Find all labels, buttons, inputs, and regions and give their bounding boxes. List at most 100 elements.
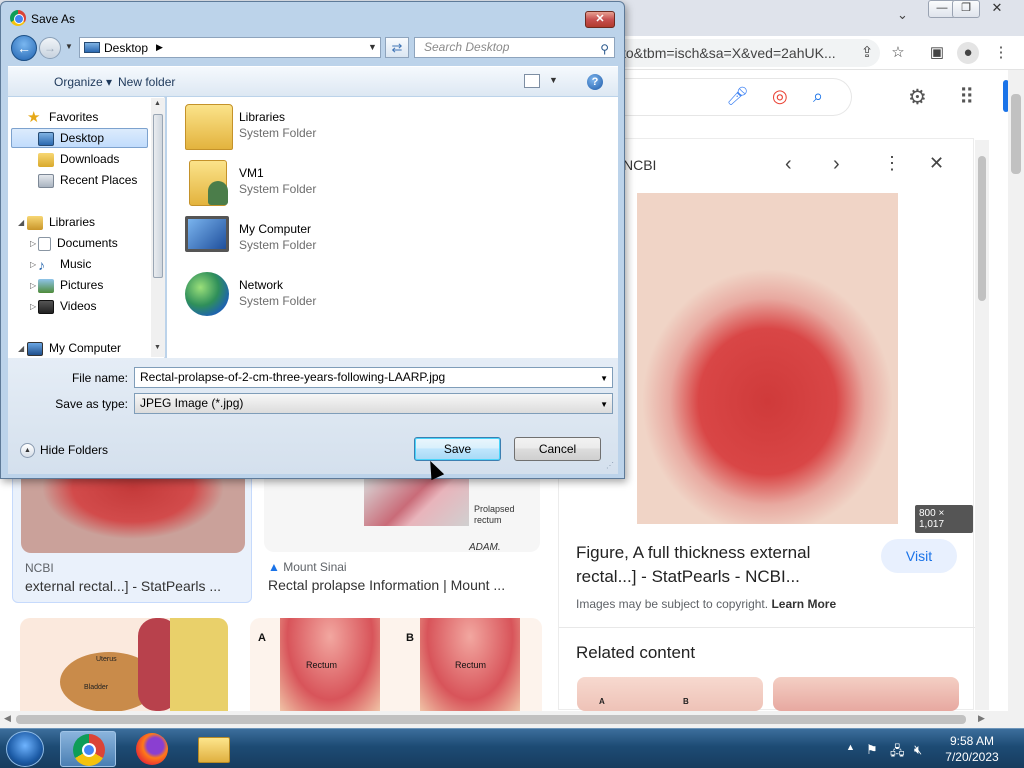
related-thumbnail-2[interactable] (773, 677, 959, 711)
help-icon[interactable]: ? (587, 74, 603, 90)
location-bar[interactable]: Desktop ▶ ▼ (79, 37, 381, 58)
uterus-label: Uterus (96, 656, 117, 663)
expand-documents-icon[interactable]: ▷ (30, 239, 36, 248)
network-icon[interactable]: 🖧︎ (890, 742, 905, 764)
search-desktop-input[interactable]: Search Desktop ⚲ (414, 37, 615, 58)
save-type-select[interactable]: JPEG Image (*.jpg) ▼ (134, 393, 613, 414)
result-thumbnail[interactable] (21, 471, 245, 553)
nav-scroll-down-icon[interactable]: ▼ (154, 344, 161, 351)
settings-gear-icon[interactable]: ⚙ (908, 85, 927, 110)
nav-pictures[interactable]: Pictures (38, 275, 103, 295)
refresh-button[interactable]: ⇄ (385, 37, 409, 58)
expand-libraries-icon[interactable]: ◢ (18, 218, 24, 227)
file-name-input[interactable]: Rectal-prolapse-of-2-cm-three-years-foll… (134, 367, 613, 388)
nav-my-computer[interactable]: My Computer (27, 338, 121, 358)
new-folder-button[interactable]: New folder (118, 75, 175, 89)
volume-muted-icon[interactable]: 🔇︎ (914, 742, 922, 758)
breadcrumb-arrow-icon[interactable]: ▶ (156, 42, 163, 53)
result-title[interactable]: Rectal prolapse Information | Mount ... (268, 577, 505, 593)
result-title[interactable]: external rectal...] - StatPearls ... (25, 578, 221, 594)
result-thumbnail-rectum[interactable]: A B Rectum Rectum (250, 618, 542, 711)
hide-folders-toggle[interactable]: ▲ Hide Folders (20, 443, 108, 459)
visit-button[interactable]: Visit (881, 539, 957, 573)
scroll-left-icon[interactable]: ◀ (4, 713, 11, 724)
show-hidden-icons[interactable]: ▲ (846, 742, 855, 752)
close-panel-icon[interactable]: ✕ (929, 153, 944, 174)
preview-title[interactable]: Figure, A full thickness external rectal… (576, 541, 866, 589)
nav-scroll-thumb[interactable] (153, 114, 163, 278)
view-dropdown-icon[interactable]: ▼ (549, 75, 558, 85)
mic-icon[interactable]: 🎤︎ (726, 86, 749, 107)
taskbar-chrome[interactable] (60, 731, 116, 767)
horizontal-scrollbar[interactable]: ◀ ▶ (0, 711, 1024, 728)
result-thumbnail-anatomy[interactable]: Uterus Bladder (20, 618, 228, 711)
file-name-dropdown-icon[interactable]: ▼ (600, 369, 608, 387)
dialog-close-button[interactable]: ✕ (585, 11, 615, 28)
cancel-button[interactable]: Cancel (514, 437, 601, 461)
taskbar-firefox[interactable] (124, 731, 180, 767)
more-options-icon[interactable]: ⋮ (883, 153, 901, 174)
nav-scrollbar[interactable]: ▲ ▼ (151, 98, 165, 357)
menu-kebab-icon[interactable]: ⋮ (990, 42, 1012, 64)
forward-button[interactable]: → (39, 37, 61, 59)
related-thumbnail-1[interactable]: A B (577, 677, 763, 711)
panel-scrollbar[interactable] (975, 140, 989, 710)
related-a-label: A (599, 697, 605, 706)
nav-music[interactable]: ♪ Music (38, 254, 91, 274)
location-dropdown-icon[interactable]: ▼ (368, 42, 377, 52)
nav-libraries[interactable]: Libraries (27, 212, 95, 232)
clock-date: 7/20/2023 (945, 750, 999, 764)
nav-videos[interactable]: Videos (38, 296, 96, 316)
search-icon[interactable]: ⌕ (813, 86, 823, 107)
resize-grip-icon[interactable]: ⋰ (606, 461, 614, 470)
nav-desktop[interactable]: Desktop (38, 128, 104, 148)
expand-videos-icon[interactable]: ▷ (30, 302, 36, 311)
tab-search-chevron-icon[interactable]: ⌄ (897, 7, 908, 23)
prev-image-icon[interactable]: ‹ (785, 153, 792, 176)
learn-more-link[interactable]: Learn More (771, 597, 836, 611)
search-icon[interactable]: ⚲ (600, 40, 609, 59)
nav-documents[interactable]: Documents (38, 233, 118, 253)
next-image-icon[interactable]: › (833, 153, 840, 176)
location-text[interactable]: Desktop (104, 41, 148, 55)
preview-image[interactable] (637, 193, 898, 524)
expand-mycomputer-icon[interactable]: ◢ (18, 344, 24, 353)
result-card-mount-sinai[interactable]: Prolapsed rectum ADAM. ▲ Mount Sinai Rec… (264, 470, 540, 603)
panel-scroll-thumb[interactable] (978, 156, 986, 301)
recent-locations-chevron-icon[interactable]: ▼ (65, 42, 73, 51)
bookmark-star-icon[interactable]: ☆ (887, 42, 909, 64)
result-source: ▲ Mount Sinai (268, 560, 347, 574)
page-scrollbar[interactable] (1008, 70, 1024, 718)
libraries-folder-icon (185, 104, 233, 150)
start-button[interactable] (6, 731, 44, 767)
apps-grid-icon[interactable]: ⠿ (959, 85, 974, 110)
nav-scroll-up-icon[interactable]: ▲ (154, 100, 161, 107)
result-card-ncbi[interactable]: NCBI external rectal...] - StatPearls ..… (12, 470, 252, 603)
page-scroll-thumb[interactable] (1011, 94, 1021, 174)
taskbar-explorer[interactable] (186, 731, 242, 767)
copyright-notice: Images may be subject to copyright. Lear… (576, 597, 837, 611)
organize-menu[interactable]: Organize ▾ (54, 75, 112, 89)
save-type-dropdown-icon[interactable]: ▼ (600, 395, 608, 414)
panel-b-label: B (406, 632, 414, 644)
change-view-icon[interactable] (524, 74, 540, 88)
horizontal-scroll-thumb[interactable] (16, 715, 966, 724)
nav-recent-places[interactable]: Recent Places (38, 170, 137, 190)
restore-button[interactable]: ❐ (952, 0, 980, 18)
expand-music-icon[interactable]: ▷ (30, 260, 36, 269)
scroll-right-icon[interactable]: ▶ (978, 713, 985, 724)
lens-icon[interactable]: ◎ (772, 86, 788, 107)
result-thumbnail[interactable]: Prolapsed rectum ADAM. (264, 470, 540, 553)
profile-avatar-icon[interactable]: ● (957, 42, 979, 64)
expand-pictures-icon[interactable]: ▷ (30, 281, 36, 290)
action-center-icon[interactable]: ⚑ (866, 742, 878, 758)
share-icon[interactable]: ⇪ (856, 42, 878, 64)
save-button[interactable]: Save (414, 437, 501, 461)
system-clock[interactable]: 9:58 AM 7/20/2023 (940, 733, 1004, 765)
rectum-label-b: Rectum (455, 660, 487, 670)
nav-favorites[interactable]: ★ Favorites (27, 107, 98, 127)
back-button[interactable]: ← (11, 35, 37, 61)
close-window-button[interactable]: ✕ (982, 0, 1012, 18)
nav-downloads[interactable]: Downloads (38, 149, 119, 169)
side-panel-icon[interactable]: ▣ (926, 42, 948, 64)
